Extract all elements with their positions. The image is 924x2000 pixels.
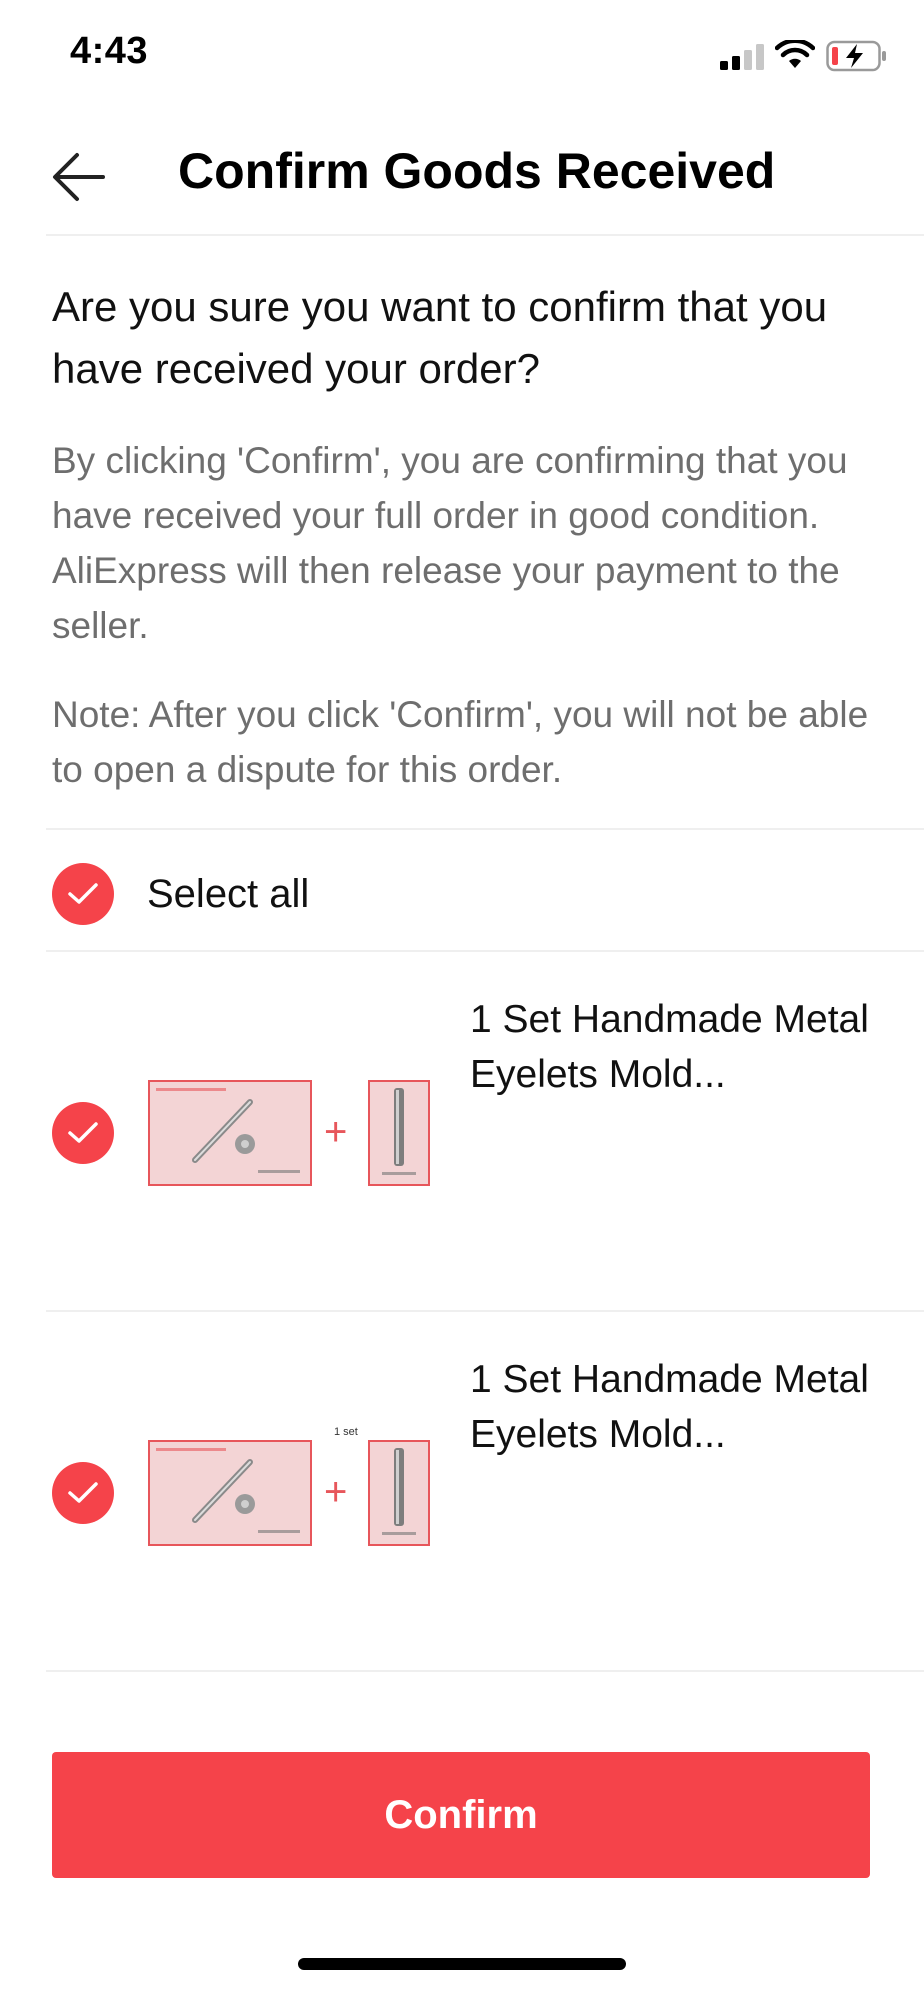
page-title: Confirm Goods Received	[178, 143, 776, 199]
plus-icon: +	[324, 1110, 348, 1154]
status-bar: 4:43	[0, 0, 924, 110]
confirm-question: Are you sure you want to confirm that yo…	[52, 283, 828, 392]
checkmark-icon	[68, 1122, 98, 1143]
battery-charging-icon	[826, 40, 886, 72]
punch-image	[368, 1080, 430, 1186]
confirm-note: Note: After you click 'Confirm', you wil…	[52, 694, 869, 790]
cellular-signal-icon	[720, 44, 764, 70]
tool-image	[148, 1080, 312, 1186]
product-image[interactable]: +	[146, 1078, 436, 1188]
product-title[interactable]: 1 Set Handmade Metal Eyelets Mold...	[470, 1352, 890, 1462]
row-divider	[46, 1670, 924, 1672]
nav-header: Confirm Goods Received	[0, 120, 924, 236]
select-all-row[interactable]: Select all	[0, 830, 924, 958]
product-item[interactable]: 1 set + 1 Set Handmade Metal Eyelets Mol…	[0, 1312, 924, 1670]
header-divider	[46, 234, 924, 236]
home-indicator[interactable]	[298, 1958, 626, 1970]
select-all-checkbox[interactable]	[52, 863, 114, 925]
product-item[interactable]: + 1 Set Handmade Metal Eyelets Mold...	[0, 952, 924, 1310]
product-title[interactable]: 1 Set Handmade Metal Eyelets Mold...	[470, 992, 890, 1102]
checkmark-icon	[68, 883, 98, 904]
confirm-explanation: By clicking 'Confirm', you are confirmin…	[52, 440, 848, 646]
product-image[interactable]: 1 set +	[146, 1426, 436, 1548]
product-checkbox[interactable]	[52, 1462, 114, 1524]
status-time: 4:43	[70, 30, 149, 72]
checkmark-icon	[68, 1482, 98, 1503]
punch-image	[368, 1440, 430, 1546]
arrow-left-icon	[53, 153, 105, 201]
back-button[interactable]	[46, 144, 112, 210]
product-checkbox[interactable]	[52, 1102, 114, 1164]
confirm-button[interactable]: Confirm	[52, 1752, 870, 1878]
select-all-label: Select all	[147, 872, 310, 916]
plus-icon: +	[324, 1470, 348, 1514]
wifi-icon	[775, 40, 815, 68]
tool-image	[148, 1440, 312, 1546]
image-set-label: 1 set	[334, 1426, 358, 1438]
